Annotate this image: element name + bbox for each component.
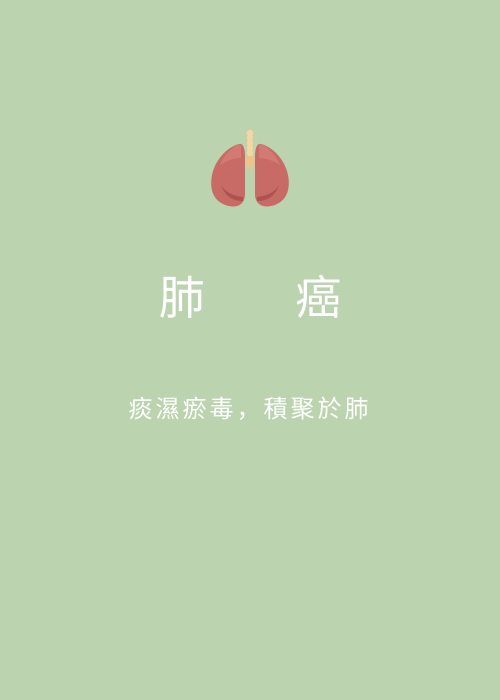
- page: 肺 癌 痰濕瘀毒，積聚於肺: [0, 0, 500, 700]
- page-subtitle: 痰濕瘀毒，積聚於肺: [128, 395, 372, 423]
- lungs-icon: [211, 129, 289, 207]
- page-title: 肺 癌: [158, 271, 380, 325]
